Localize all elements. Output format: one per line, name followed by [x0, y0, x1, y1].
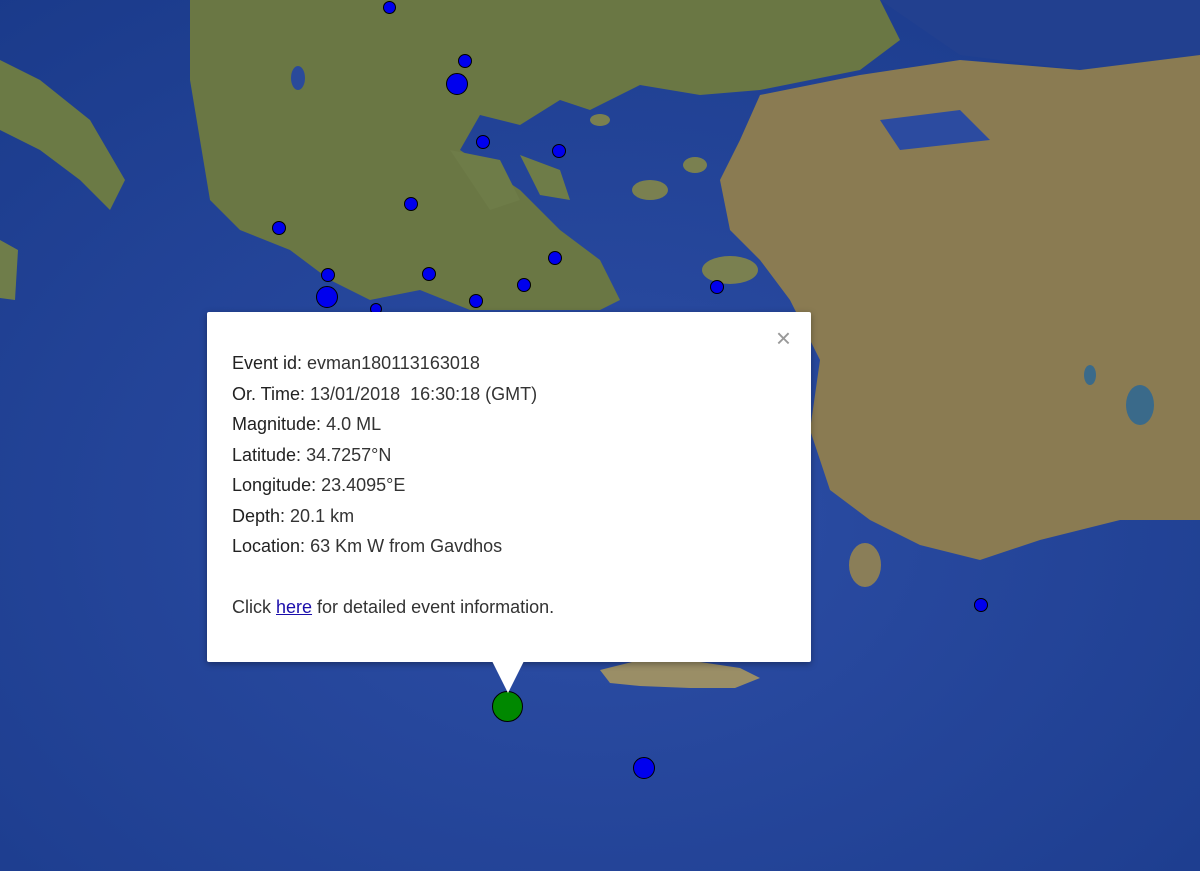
footer-suffix: for detailed event information.: [312, 596, 555, 617]
event-field-key: Or. Time:: [232, 383, 306, 404]
event-field: Depth: 20.1 km: [232, 501, 811, 532]
event-field-value: 23.4095°E: [316, 475, 406, 495]
event-field-key: Event id:: [232, 353, 303, 373]
event-field-key: Latitude:: [232, 444, 302, 465]
earthquake-marker[interactable]: [321, 268, 335, 282]
event-field-value: evman180113163018: [302, 353, 480, 373]
earthquake-marker[interactable]: [316, 286, 338, 308]
event-field: Or. Time: 13/01/2018 16:30:18 (GMT): [232, 379, 811, 410]
event-field: Longitude: 23.4095°E: [232, 470, 811, 501]
earthquake-marker[interactable]: [404, 197, 418, 211]
earthquake-marker[interactable]: [517, 278, 531, 292]
event-field-key: Magnitude:: [232, 414, 322, 434]
popup-pointer: [492, 661, 524, 693]
event-field-key: Longitude:: [232, 475, 317, 495]
event-field-value: 4.0 ML: [321, 414, 382, 434]
earthquake-marker[interactable]: [552, 144, 566, 158]
earthquake-marker[interactable]: [446, 73, 468, 95]
earthquake-marker[interactable]: [272, 221, 286, 235]
event-field: Magnitude: 4.0 ML: [232, 409, 811, 440]
earthquake-marker[interactable]: [548, 251, 562, 265]
event-field-value: 13/01/2018 16:30:18 (GMT): [305, 383, 538, 404]
detail-link[interactable]: here: [276, 597, 312, 617]
event-field-key: Location:: [232, 536, 306, 556]
earthquake-marker[interactable]: [458, 54, 472, 68]
earthquake-marker[interactable]: [633, 757, 655, 779]
detail-link-line: Click here for detailed event informatio…: [232, 592, 811, 623]
selected-earthquake-marker[interactable]: [492, 691, 523, 722]
event-field-value: 34.7257°N: [301, 444, 392, 465]
event-field-key: Depth:: [232, 505, 286, 526]
earthquake-marker[interactable]: [422, 267, 436, 281]
event-field-value: 20.1 km: [285, 505, 355, 526]
earthquake-marker[interactable]: [710, 280, 724, 294]
event-field: Event id: evman180113163018: [232, 348, 811, 379]
land-sicily-edge: [0, 240, 18, 300]
footer-prefix: Click: [232, 596, 276, 617]
event-field: Location: 63 Km W from Gavdhos: [232, 531, 811, 562]
earthquake-marker[interactable]: [469, 294, 483, 308]
close-icon[interactable]: ×: [776, 325, 791, 351]
earthquake-marker[interactable]: [382, 0, 396, 14]
earthquake-marker[interactable]: [974, 598, 988, 612]
event-info-popup: × Event id: evman180113163018 Or. Time: 1…: [207, 312, 811, 662]
event-field: Latitude: 34.7257°N: [232, 440, 811, 471]
earthquake-marker[interactable]: [476, 135, 490, 149]
event-field-value: 63 Km W from Gavdhos: [305, 536, 503, 556]
